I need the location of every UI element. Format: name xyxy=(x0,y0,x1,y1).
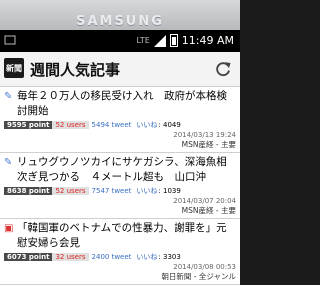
article-tweets: 2400 tweet xyxy=(91,253,132,261)
article-likes-label: いいね xyxy=(136,253,158,261)
article-icon: ✎ xyxy=(4,91,13,102)
network-type: LTE xyxy=(136,36,150,45)
signal-icon xyxy=(153,34,166,47)
article-title: 毎年２０万人の移民受け入れ 政府が本格検討開始 xyxy=(17,90,227,117)
article-title: リュウグウノツカイにサケガシラ、深海魚相次ぎ見つかる ４メートル超も 山口沖 xyxy=(17,156,227,183)
article-icon: ✎ xyxy=(4,157,13,168)
device-brand: SAMSUNG xyxy=(76,14,164,29)
article-item[interactable]: ✎ 毎年２０万人の移民受け入れ 政府が本格検討開始 9595 point 52 … xyxy=(0,87,240,153)
article-users: 52 users xyxy=(52,121,89,129)
article-item[interactable]: ✎ リュウグウノツカイにサケガシラ、深海魚相次ぎ見つかる ４メートル超も 山口沖… xyxy=(0,153,240,219)
article-likes: : 3303 xyxy=(158,253,181,261)
app-icon[interactable]: 新聞 xyxy=(4,58,24,78)
status-bar: LTE 11:49 AM xyxy=(0,30,240,52)
article-likes: : 4049 xyxy=(158,121,181,129)
app-title: 週間人気記事 xyxy=(30,61,121,79)
article-date: 2014/03/08 00:53 xyxy=(173,263,236,271)
article-likes: : 1039 xyxy=(158,187,181,195)
article-points: 9595 point xyxy=(4,121,53,129)
article-points: 8638 point xyxy=(4,187,53,195)
article-tweets: 5494 tweet xyxy=(91,121,132,129)
article-item[interactable]: ▣ 「韓国軍のベトナムでの性暴力、謝罪を」元慰安婦ら会見 6073 point … xyxy=(0,219,240,285)
article-source: MSN産経 - 主要 xyxy=(181,140,236,149)
article-list: ✎ 毎年２０万人の移民受け入れ 政府が本格検討開始 9595 point 52 … xyxy=(0,87,240,285)
newspaper-icon: ▣ xyxy=(4,223,14,234)
battery-icon xyxy=(169,34,178,47)
article-source: 朝日新聞 - 全ジャンル xyxy=(161,272,236,281)
article-tweets: 7547 tweet xyxy=(91,187,132,195)
article-title: 「韓国軍のベトナムでの性暴力、謝罪を」元慰安婦ら会見 xyxy=(17,222,227,249)
article-points: 6073 point xyxy=(4,253,53,261)
article-users: 52 users xyxy=(52,187,89,195)
refresh-icon[interactable] xyxy=(214,60,232,78)
article-likes-label: いいね xyxy=(136,121,158,129)
article-likes-label: いいね xyxy=(136,187,158,195)
article-date: 2014/03/07 20:04 xyxy=(173,197,236,205)
device-bezel: SAMSUNG xyxy=(0,0,240,30)
article-users: 32 users xyxy=(52,253,89,261)
article-date: 2014/03/13 19:24 xyxy=(173,131,236,139)
action-bar: 新聞 週間人気記事 xyxy=(0,52,240,87)
article-source: MSN産経 - 主要 xyxy=(181,206,236,215)
status-time: 11:49 AM xyxy=(181,34,234,47)
notification-icon xyxy=(4,34,16,49)
